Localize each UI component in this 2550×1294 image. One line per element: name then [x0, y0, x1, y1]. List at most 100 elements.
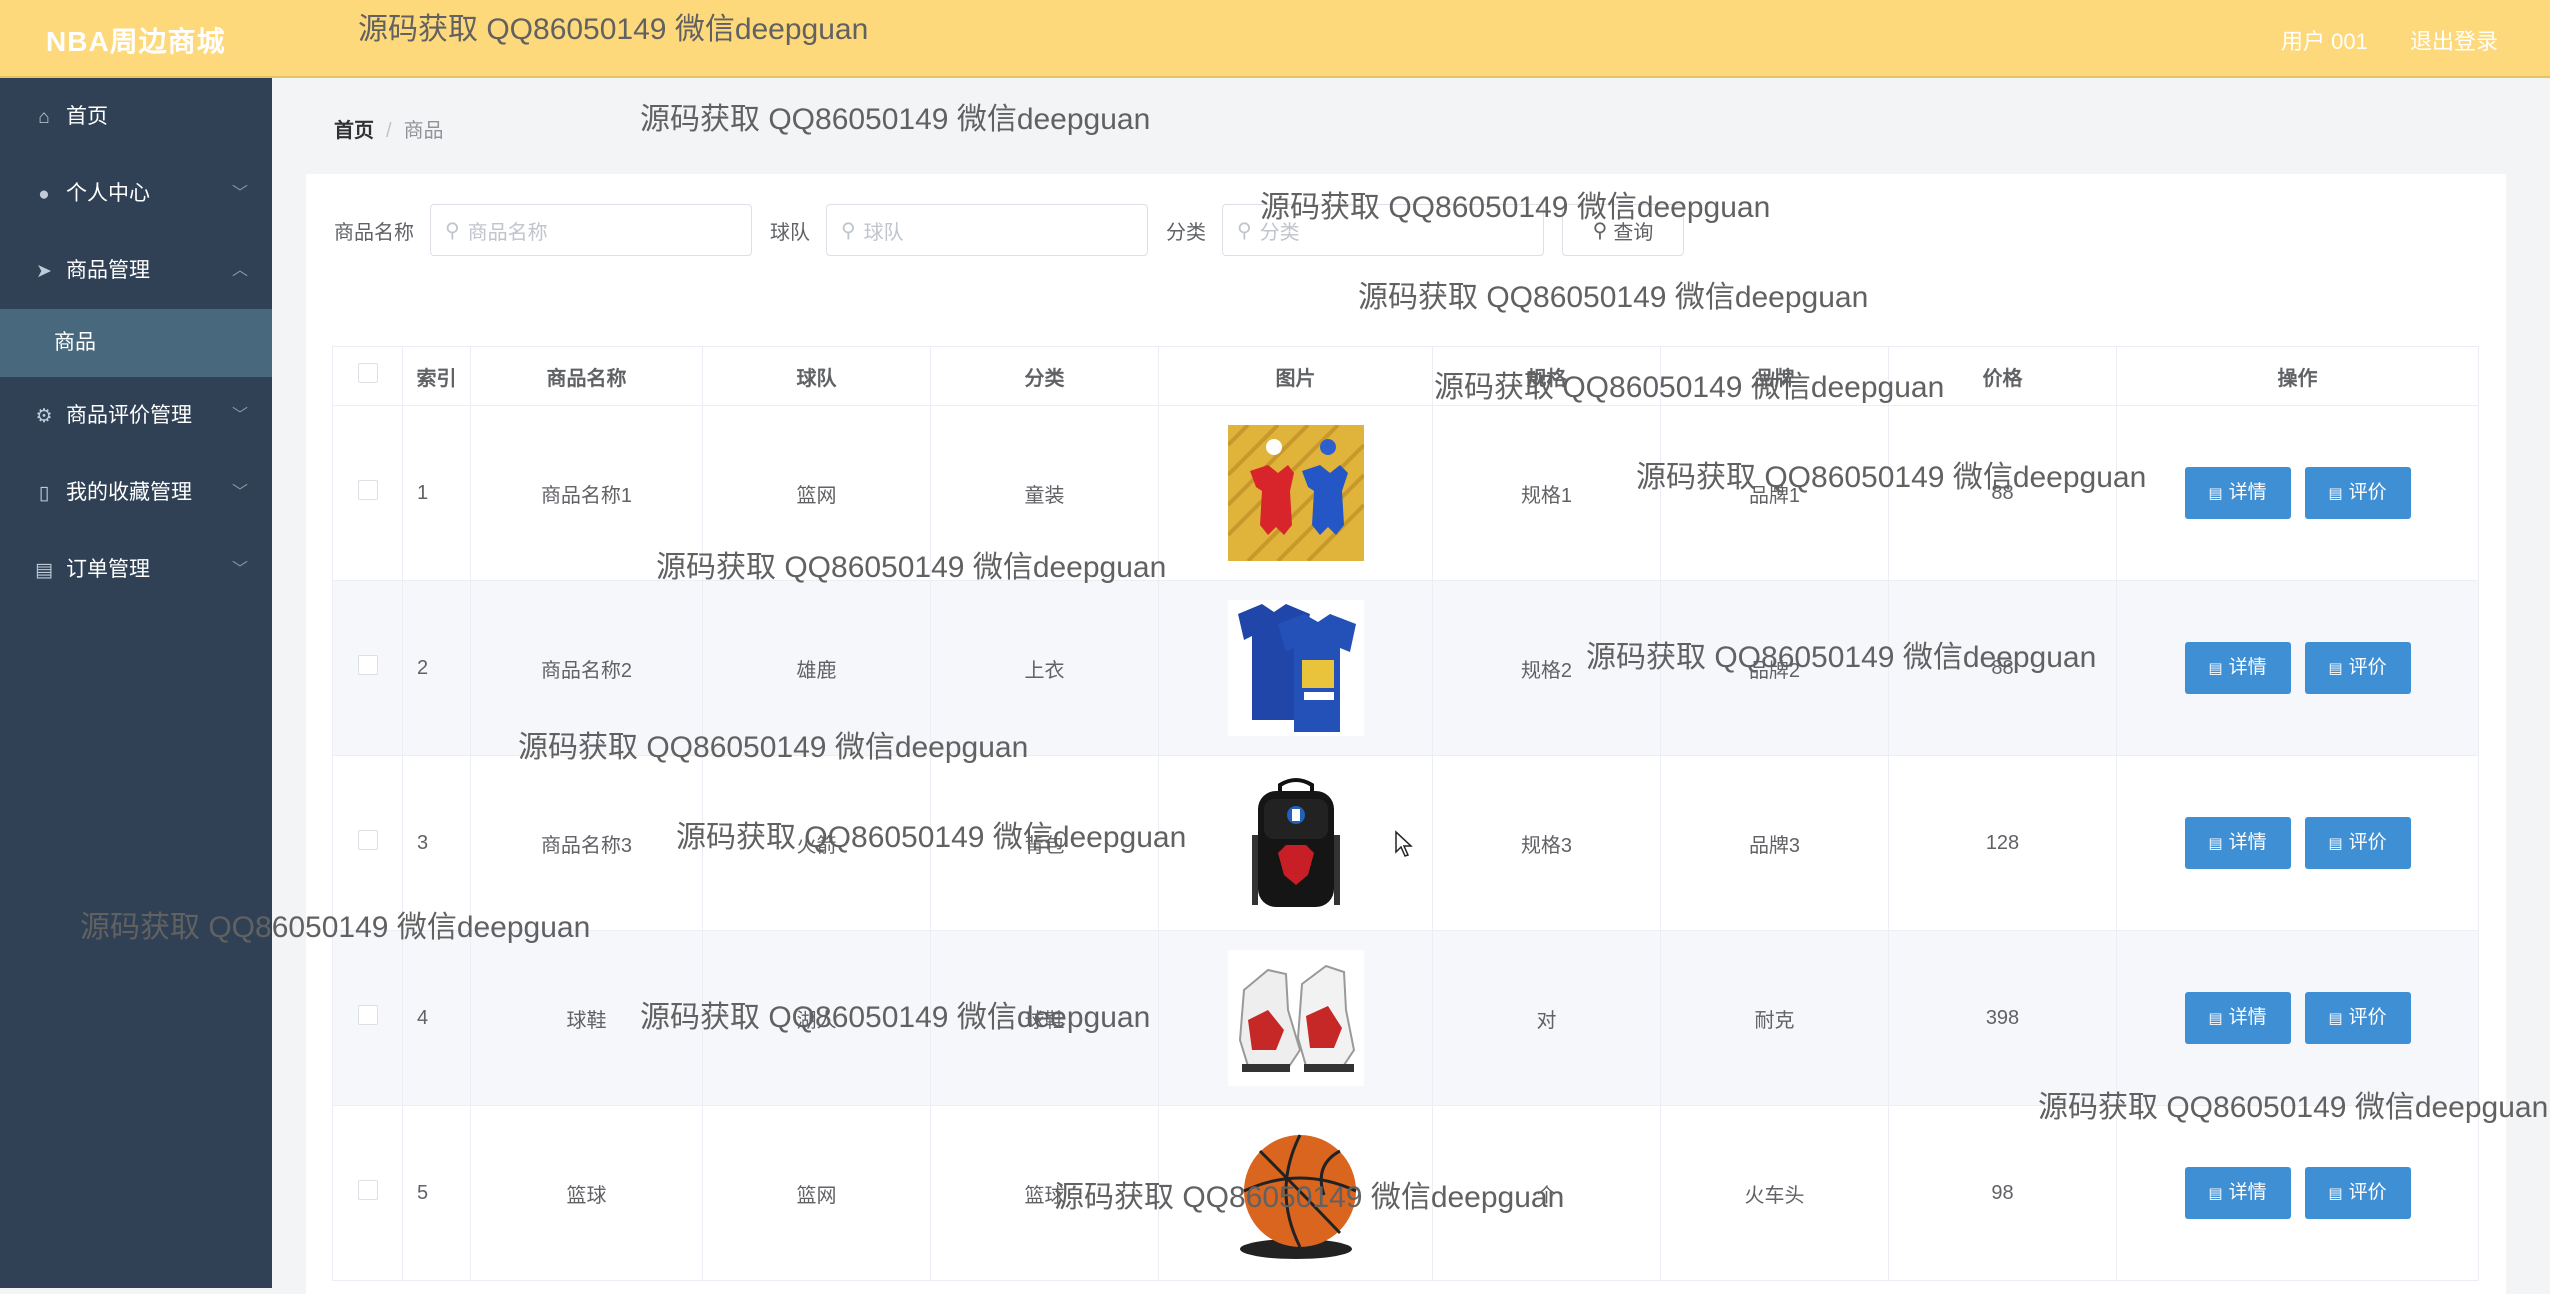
detail-button-label: 详情	[2228, 832, 2267, 853]
send-icon: ➤	[36, 261, 52, 282]
sidebar-item-personal-center[interactable]: ● 个人中心 ﹀	[0, 155, 272, 232]
document-icon: ▤	[2328, 485, 2343, 502]
cell-image	[1158, 1105, 1433, 1281]
row-checkbox[interactable]	[357, 480, 378, 500]
team-placeholder: 球队	[863, 221, 904, 244]
search-bar: 商品名称 ⚲ 商品名称 球队 ⚲ 球队 分类 ⚲ 分类 ⚲ 查询	[334, 202, 1684, 258]
team-label: 球队	[770, 221, 810, 244]
breadcrumb-current: 商品	[403, 120, 444, 142]
document-icon: ▤	[2208, 835, 2223, 852]
detail-button[interactable]: ▤ 详情	[2184, 1167, 2291, 1219]
cell-team: 篮网	[702, 1105, 931, 1281]
row-checkbox[interactable]	[357, 830, 378, 850]
review-button-label: 评价	[2348, 832, 2387, 853]
detail-button-label: 详情	[2228, 1007, 2267, 1028]
mouse-cursor-icon	[1395, 830, 1413, 857]
column-header: 分类	[930, 346, 1159, 406]
main-content: 首页 / 商品 商品名称 ⚲ 商品名称 球队 ⚲ 球队 分类 ⚲ 分类 ⚲ 查询 索引 商品…	[272, 78, 2550, 1294]
query-button[interactable]: ⚲ 查询	[1562, 204, 1684, 256]
chevron-down-icon: ﹀	[231, 561, 248, 578]
sneakers-image	[1227, 950, 1364, 1086]
cell-image	[1158, 930, 1433, 1106]
document-icon: ▤	[2328, 835, 2343, 852]
name-label: 商品名称	[334, 221, 414, 244]
user-icon: ●	[38, 184, 50, 205]
cell-spec: 规格1	[1432, 405, 1661, 581]
search-icon: ⚲	[445, 219, 460, 242]
sidebar-item-label: 首页	[66, 105, 108, 128]
sidebar-item-home[interactable]: ⌂ 首页	[0, 78, 272, 155]
table-row: 1 商品名称1 篮网 童装 规格1 品牌1 88 ▤ 详情 ▤ 评价	[332, 405, 2479, 581]
detail-button[interactable]: ▤ 详情	[2184, 992, 2291, 1044]
detail-button[interactable]: ▤ 详情	[2184, 642, 2291, 694]
top-bar: NBA周边商城 用户 001 退出登录	[0, 0, 2550, 78]
chevron-up-icon: ︿	[231, 262, 248, 279]
cell-index: 3	[402, 755, 471, 931]
sidebar-item-product-management[interactable]: ➤ 商品管理 ︿	[0, 232, 272, 309]
query-button-label: 查询	[1613, 221, 1654, 244]
document-icon: ▤	[2328, 1185, 2343, 1202]
cell-team: 火箭	[702, 755, 931, 931]
user-name[interactable]: 用户 001	[2281, 29, 2368, 54]
app-title: NBA周边商城	[46, 26, 226, 57]
detail-button[interactable]: ▤ 详情	[2184, 467, 2291, 519]
cell-team: 雄鹿	[702, 580, 931, 756]
column-header: 图片	[1158, 346, 1433, 406]
chevron-down-icon: ﹀	[231, 185, 248, 202]
review-button-label: 评价	[2348, 1007, 2387, 1028]
sidebar-item-review-management[interactable]: ⚙ 商品评价管理 ﹀	[0, 377, 272, 454]
row-select-cell	[332, 1105, 403, 1281]
sidebar-item-label: 商品评价管理	[66, 404, 192, 427]
cell-team: 篮网	[702, 405, 931, 581]
review-button[interactable]: ▤ 评价	[2304, 467, 2411, 519]
select-all-checkbox[interactable]	[357, 363, 378, 383]
sidebar-subitem-product[interactable]: 商品	[0, 309, 272, 377]
user-area: 用户 001 退出登录	[2245, 24, 2498, 56]
row-checkbox[interactable]	[357, 1005, 378, 1025]
review-button[interactable]: ▤ 评价	[2304, 1167, 2411, 1219]
row-select-cell	[332, 580, 403, 756]
cell-actions: ▤ 详情 ▤ 评价	[2116, 755, 2479, 931]
name-placeholder: 商品名称	[467, 221, 548, 244]
category-search-input[interactable]: ⚲ 分类	[1222, 204, 1544, 256]
sidebar-item-label: 订单管理	[66, 558, 150, 581]
cell-category: 背包	[930, 755, 1159, 931]
search-icon: ⚲	[1592, 219, 1608, 242]
document-icon: ▤	[2208, 1185, 2223, 1202]
cell-spec: 规格2	[1432, 580, 1661, 756]
row-checkbox[interactable]	[357, 655, 378, 675]
row-select-cell	[332, 930, 403, 1106]
row-checkbox[interactable]	[357, 1180, 378, 1200]
cell-actions: ▤ 详情 ▤ 评价	[2116, 580, 2479, 756]
sidebar-item-favorites-management[interactable]: ▯ 我的收藏管理 ﹀	[0, 454, 272, 531]
sidebar-item-order-management[interactable]: ▤ 订单管理 ﹀	[0, 531, 272, 608]
name-search-input[interactable]: ⚲ 商品名称	[430, 204, 752, 256]
breadcrumb-home[interactable]: 首页	[334, 120, 374, 142]
detail-button[interactable]: ▤ 详情	[2184, 817, 2291, 869]
table-row: 2 商品名称2 雄鹿 上衣 规格2 品牌2 88 ▤ 详情 ▤ 评价	[332, 580, 2479, 756]
breadcrumb: 首页 / 商品	[334, 114, 444, 143]
column-header: 球队	[702, 346, 931, 406]
cell-price: 398	[1888, 930, 2117, 1106]
cell-brand: 品牌2	[1660, 580, 1889, 756]
document-icon: ▤	[2208, 485, 2223, 502]
review-button[interactable]: ▤ 评价	[2304, 642, 2411, 694]
logout-button[interactable]: 退出登录	[2410, 29, 2498, 54]
document-icon: ▤	[2328, 660, 2343, 677]
cell-category: 球鞋	[930, 930, 1159, 1106]
cell-image	[1158, 580, 1433, 756]
tshirt-image	[1227, 600, 1364, 736]
cell-category: 童装	[930, 405, 1159, 581]
cell-team: 湖人	[702, 930, 931, 1106]
team-search-input[interactable]: ⚲ 球队	[826, 204, 1148, 256]
chevron-down-icon: ﹀	[231, 484, 248, 501]
home-icon: ⌂	[38, 107, 50, 128]
cell-actions: ▤ 详情 ▤ 评价	[2116, 930, 2479, 1106]
gear-icon: ⚙	[35, 406, 53, 427]
category-placeholder: 分类	[1259, 221, 1300, 244]
cell-actions: ▤ 详情 ▤ 评价	[2116, 1105, 2479, 1281]
review-button[interactable]: ▤ 评价	[2304, 992, 2411, 1044]
detail-button-label: 详情	[2228, 482, 2267, 503]
review-button[interactable]: ▤ 评价	[2304, 817, 2411, 869]
cell-brand: 品牌1	[1660, 405, 1889, 581]
